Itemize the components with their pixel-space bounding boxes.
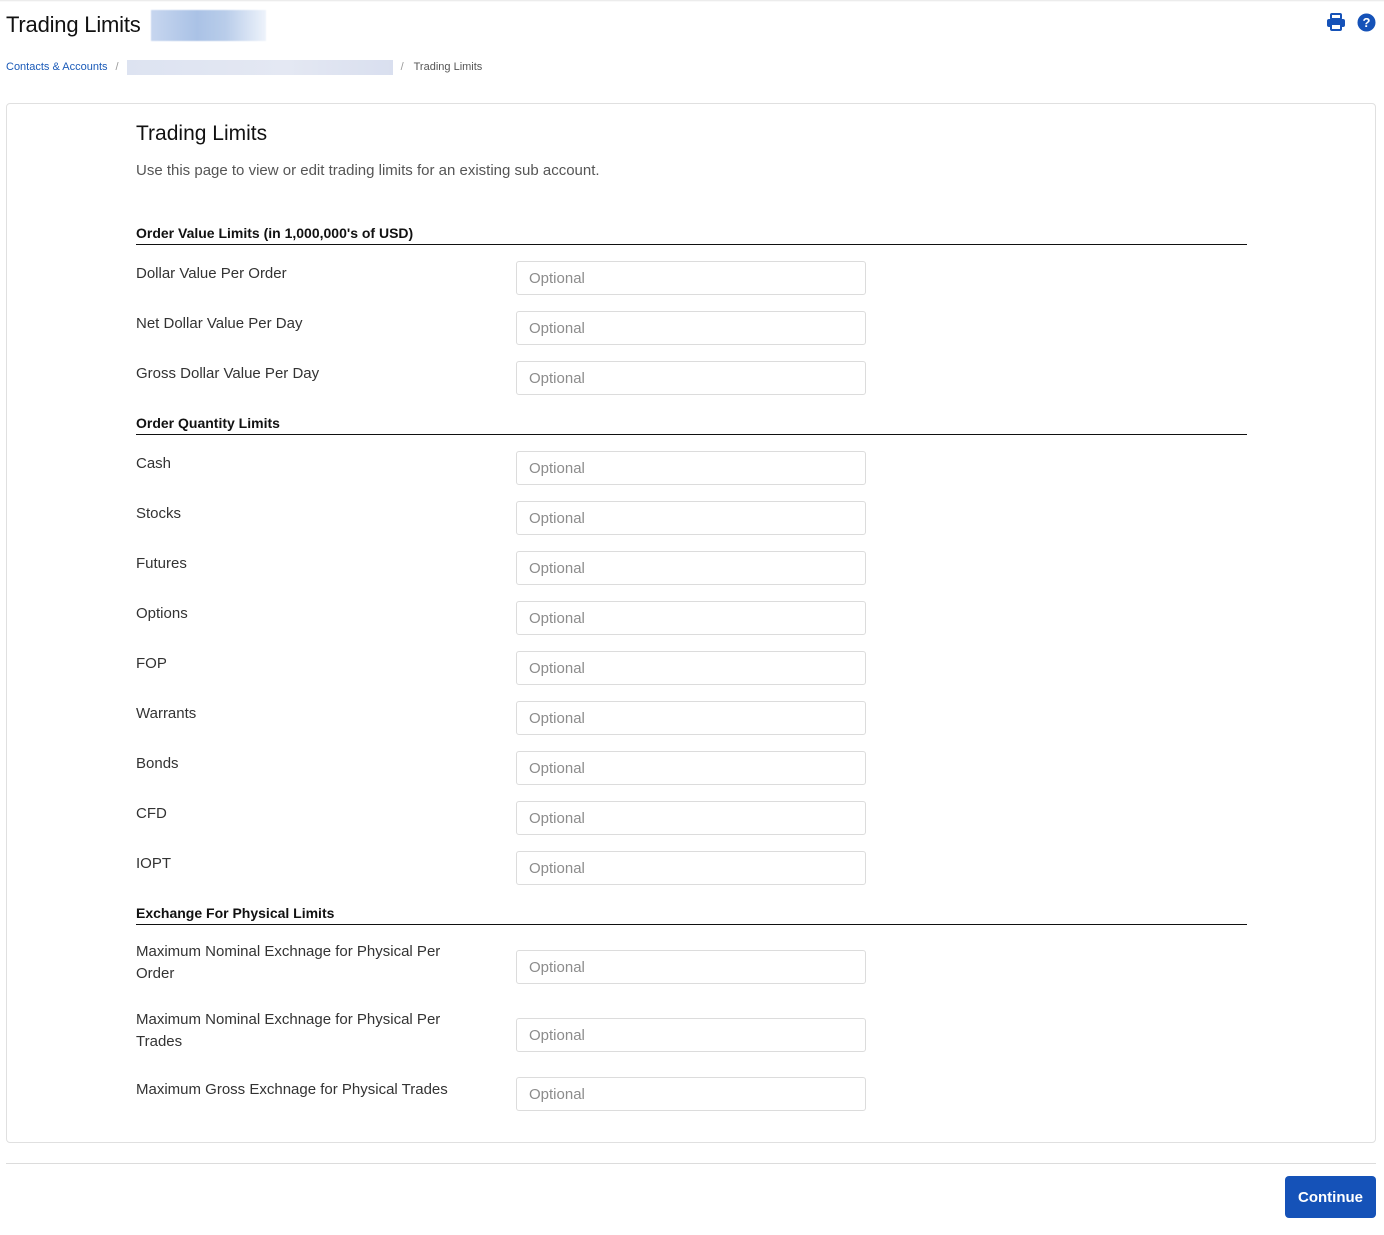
gross-dollar-value-per-day-input[interactable] [516,361,866,395]
field-label-options: Options [136,605,188,622]
field-label-cfd: CFD [136,805,167,822]
warrants-input[interactable] [516,701,866,735]
field-label-max-nominal-efp-per-order: Maximum Nominal Exchnage for Physical Pe… [136,943,441,982]
cash-input[interactable] [516,451,866,485]
cfd-input[interactable] [516,801,866,835]
breadcrumb: Contacts & Accounts / / Trading Limits [6,59,482,75]
stocks-input[interactable] [516,501,866,535]
fop-input[interactable] [516,651,866,685]
form-title: Trading Limits [136,122,268,145]
field-label-dollar-value-per-order: Dollar Value Per Order [136,265,287,282]
field-label-fop: FOP [136,655,167,672]
page-title: Trading Limits [6,12,141,37]
breadcrumb-redacted-account[interactable] [126,59,393,75]
print-icon[interactable] [1326,12,1346,32]
header-actions: ? [1326,12,1376,32]
section-title: Order Value Limits (in 1,000,000's of US… [136,225,414,241]
futures-input[interactable] [516,551,866,585]
field-label-futures: Futures [136,555,187,572]
section-title: Order Quantity Limits [136,415,280,431]
trading-limits-card: Trading Limits Use this page to view or … [6,103,1376,1143]
section-order-quantity-limits: Order Quantity Limits [136,415,1247,435]
field-label-cash: Cash [136,455,172,472]
max-nominal-efp-per-trades-input[interactable] [516,1018,866,1052]
footer-divider [6,1163,1376,1164]
max-nominal-efp-per-order-input[interactable] [516,950,866,984]
svg-text:?: ? [1362,15,1370,30]
max-gross-efp-trades-input[interactable] [516,1077,866,1111]
breadcrumb-separator: / [400,61,404,73]
field-label-warrants: Warrants [136,705,197,722]
form-description: Use this page to view or edit trading li… [136,162,600,179]
iopt-input[interactable] [516,851,866,885]
breadcrumb-separator: / [115,61,119,73]
options-input[interactable] [516,601,866,635]
top-shadow [0,0,1384,2]
section-exchange-for-physical-limits: Exchange For Physical Limits [136,905,1247,925]
section-title: Exchange For Physical Limits [136,905,335,921]
breadcrumb-current: Trading Limits [413,61,483,73]
help-icon[interactable]: ? [1356,12,1376,32]
page-header: Trading Limits ? [6,8,1376,42]
field-label-max-gross-efp-trades: Maximum Gross Exchnage for Physical Trad… [136,1081,448,1098]
dollar-value-per-order-input[interactable] [516,261,866,295]
field-label-gross-dollar-value-per-day: Gross Dollar Value Per Day [136,365,320,382]
redacted-account-name [150,9,266,41]
net-dollar-value-per-day-input[interactable] [516,311,866,345]
field-label-net-dollar-value-per-day: Net Dollar Value Per Day [136,315,303,332]
field-label-bonds: Bonds [136,755,179,772]
section-order-value-limits: Order Value Limits (in 1,000,000's of US… [136,225,1247,245]
field-label-max-nominal-efp-per-trades: Maximum Nominal Exchnage for Physical Pe… [136,1011,441,1050]
field-label-stocks: Stocks [136,505,182,522]
field-label-iopt: IOPT [136,855,172,872]
breadcrumb-contacts-accounts[interactable]: Contacts & Accounts [6,61,108,73]
continue-button[interactable]: Continue [1285,1176,1376,1218]
bonds-input[interactable] [516,751,866,785]
